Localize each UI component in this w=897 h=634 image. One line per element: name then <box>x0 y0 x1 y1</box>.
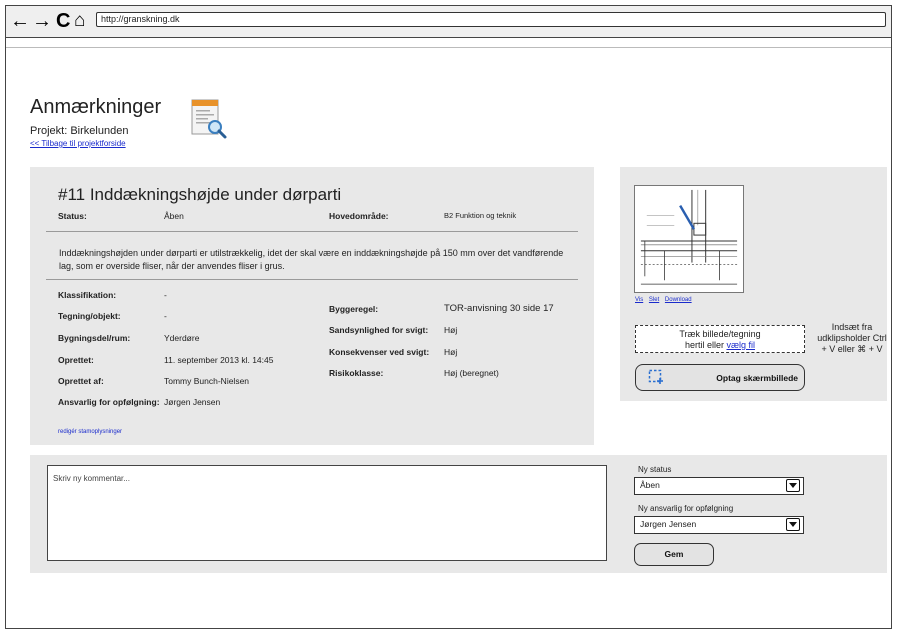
document-search-icon <box>191 99 227 139</box>
home-icon[interactable]: ⌂ <box>74 10 85 32</box>
building-rule-value: TOR-anvisning 30 side 17 <box>444 303 554 314</box>
risk-class-label: Risikoklasse: <box>329 368 384 378</box>
project-name: Projekt: Birkelunden <box>30 125 129 137</box>
new-responsible-label: Ny ansvarlig for opfølgning <box>638 504 734 513</box>
issue-title: #11 Inddækningshøjde under dørparti <box>58 185 342 204</box>
view-link[interactable]: Vis <box>635 297 643 303</box>
delete-link[interactable]: Slet <box>649 297 659 303</box>
drop-zone-text: Træk billede/tegning <box>679 329 761 339</box>
created-by-label: Oprettet af: <box>58 376 104 386</box>
drawing-label: Tegning/objekt: <box>58 311 121 321</box>
building-rule-label: Byggeregel: <box>329 304 379 314</box>
comment-input[interactable]: Skriv ny kommentar... <box>47 465 607 561</box>
issue-description: Inddækningshøjden under dørparti er util… <box>59 248 564 271</box>
classification-label: Klassifikation: <box>58 290 117 300</box>
responsible-select-value: Jørgen Jensen <box>640 519 697 529</box>
classification-value: - <box>164 290 167 300</box>
responsible-select[interactable]: Jørgen Jensen <box>634 516 804 534</box>
responsible-value: Jørgen Jensen <box>164 397 221 407</box>
new-status-label: Ny status <box>638 465 672 474</box>
responsible-label: Ansvarlig for opfølgning: <box>58 397 160 407</box>
file-drop-zone[interactable]: Træk billede/tegning hertil eller vælg f… <box>635 325 805 353</box>
created-by-value: Tommy Bunch-Nielsen <box>164 376 250 386</box>
status-select[interactable]: Åben <box>634 477 804 495</box>
save-button[interactable]: Gem <box>634 543 714 566</box>
browser-toolbar: ← → C ⌂ http://granskning.dk <box>6 6 891 38</box>
main-area-label: Hovedområde: <box>329 211 389 221</box>
created-label: Oprettet: <box>58 355 94 365</box>
building-part-value: Yderdøre <box>164 333 200 343</box>
paste-hint: Indsæt fra udklipsholder Ctrl + V eller … <box>817 322 887 354</box>
failure-consequence-value: Høj <box>444 347 458 357</box>
choose-file-link[interactable]: vælg fil <box>727 340 756 350</box>
drop-zone-text-2: hertil eller <box>684 340 727 350</box>
reload-icon[interactable]: C <box>56 10 70 32</box>
back-to-project-link[interactable]: << Tilbage til projektforside <box>30 139 126 148</box>
record-button-label: Optag skærmbillede <box>716 373 798 383</box>
issue-details-panel: #11 Inddækningshøjde under dørparti Stat… <box>30 167 594 445</box>
comment-panel: Skriv ny kommentar... Ny status Åben Ny … <box>30 455 887 573</box>
edit-master-data-link[interactable]: redigér stamoplysninger <box>58 429 122 435</box>
failure-probability-label: Sandsynlighed for svigt: <box>329 325 429 335</box>
screen-capture-icon <box>648 369 663 384</box>
divider <box>46 279 578 280</box>
back-arrow-icon[interactable]: ← <box>10 10 30 32</box>
failure-probability-value: Høj <box>444 325 458 335</box>
download-link[interactable]: Download <box>665 297 692 303</box>
forward-arrow-icon[interactable]: → <box>32 10 52 32</box>
browser-tab-strip <box>6 38 891 48</box>
status-select-value: Åben <box>640 480 660 490</box>
divider <box>46 231 578 232</box>
status-label: Status: <box>58 211 87 221</box>
status-value: Åben <box>164 211 184 221</box>
attachment-links: Vis Slet Download <box>635 297 696 303</box>
created-value: 11. september 2013 kl. 14:45 <box>164 355 274 365</box>
drawing-value: - <box>164 311 167 321</box>
drawing-thumbnail[interactable] <box>634 185 744 293</box>
attachment-panel: Vis Slet Download Træk billede/tegning h… <box>620 167 887 401</box>
record-screenshot-button[interactable]: Optag skærmbillede <box>635 364 805 391</box>
page-title: Anmærkninger <box>30 96 162 118</box>
address-bar[interactable]: http://granskning.dk <box>96 12 886 27</box>
building-part-label: Bygningsdel/rum: <box>58 333 131 343</box>
risk-class-value: Høj (beregnet) <box>444 368 499 378</box>
dropdown-arrow-icon <box>786 518 800 531</box>
dropdown-arrow-icon <box>786 479 800 492</box>
failure-consequence-label: Konsekvenser ved svigt: <box>329 347 430 357</box>
main-area-value: B2 Funktion og teknik <box>444 211 517 220</box>
